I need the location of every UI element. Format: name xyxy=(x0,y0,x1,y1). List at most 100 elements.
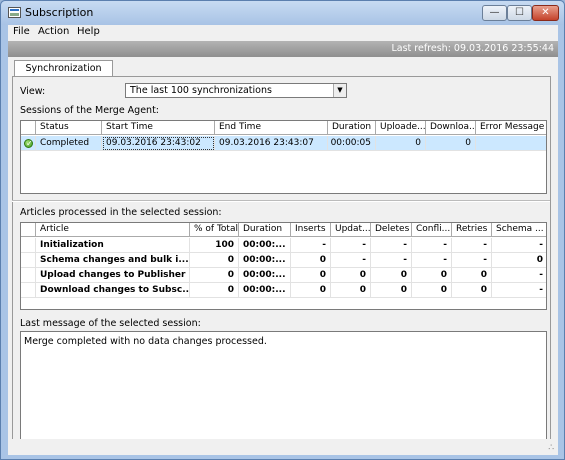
column-header-duration[interactable]: Duration xyxy=(328,121,376,135)
last-message-label: Last message of the selected session: xyxy=(20,318,201,329)
minimize-button[interactable]: — xyxy=(482,5,507,21)
row-header xyxy=(21,283,36,298)
cell-error-message xyxy=(476,136,546,151)
column-header-end-time[interactable]: End Time xyxy=(215,121,328,135)
cell-updates: 0 xyxy=(331,283,371,298)
close-button[interactable]: ✕ xyxy=(532,5,559,21)
articles-label: Articles processed in the selected sessi… xyxy=(20,207,222,218)
cell-retries: - xyxy=(452,238,492,253)
last-refresh-status: Last refresh: 09.03.2016 23:55:44 xyxy=(8,41,558,57)
cell-schema: - xyxy=(492,268,546,283)
cell-deletes: 0 xyxy=(371,268,412,283)
cell-uploaded: 0 xyxy=(376,136,426,151)
row-header-corner xyxy=(21,223,36,237)
column-header-deletes[interactable]: Deletes xyxy=(371,223,412,237)
check-circle-icon xyxy=(24,137,33,150)
resize-grip-icon[interactable]: ∴ xyxy=(548,443,554,453)
row-header xyxy=(21,238,36,253)
cell-schema: - xyxy=(492,238,546,253)
client-area: File Action Help Last refresh: 09.03.201… xyxy=(8,25,558,455)
menu-bar: File Action Help xyxy=(8,25,558,41)
column-header-conflicts[interactable]: Confli... xyxy=(412,223,452,237)
sessions-header: Status Start Time End Time Duration Uplo… xyxy=(21,121,546,135)
cell-updates: - xyxy=(331,238,371,253)
cell-deletes: - xyxy=(371,253,412,268)
cell-inserts: 0 xyxy=(291,283,331,298)
close-icon: ✕ xyxy=(541,7,550,18)
cell-duration: 00:00:... xyxy=(239,238,291,253)
cell-pct-total: 100 xyxy=(190,238,239,253)
cell-downloaded: 0 xyxy=(426,136,476,151)
app-icon xyxy=(8,7,21,18)
menu-file[interactable]: File xyxy=(13,26,30,37)
cell-pct-total: 0 xyxy=(190,268,239,283)
chevron-down-icon[interactable]: ▼ xyxy=(333,84,346,97)
last-message-box[interactable]: Merge completed with no data changes pro… xyxy=(20,331,547,444)
cell-inserts: 0 xyxy=(291,253,331,268)
articles-grid[interactable]: Article % of Total Duration Inserts Upda… xyxy=(20,222,547,310)
cell-duration: 00:00:... xyxy=(239,283,291,298)
column-header-article[interactable]: Article xyxy=(36,223,190,237)
cell-end-time: 09.03.2016 23:43:07 xyxy=(215,136,328,151)
maximize-icon: ☐ xyxy=(515,7,524,18)
table-row[interactable]: Initialization 100 00:00:... - - - - - - xyxy=(21,238,546,253)
cell-conflicts: 0 xyxy=(412,283,452,298)
cell-deletes: 0 xyxy=(371,283,412,298)
title-bar[interactable]: Subscription — ☐ ✕ xyxy=(1,1,564,25)
cell-retries: 0 xyxy=(452,283,492,298)
column-header-status[interactable]: Status xyxy=(36,121,102,135)
cell-updates: 0 xyxy=(331,268,371,283)
table-row[interactable]: Upload changes to Publisher 0 00:00:... … xyxy=(21,268,546,283)
row-header xyxy=(21,268,36,283)
cell-duration: 00:00:... xyxy=(239,253,291,268)
table-row[interactable]: Download changes to Subsc... 0 00:00:...… xyxy=(21,283,546,298)
table-row[interactable]: Schema changes and bulk i... 0 00:00:...… xyxy=(21,253,546,268)
cell-inserts: - xyxy=(291,238,331,253)
status-bar: ∴ xyxy=(8,439,558,455)
cell-conflicts: - xyxy=(412,253,452,268)
cell-pct-total: 0 xyxy=(190,283,239,298)
cell-article: Schema changes and bulk i... xyxy=(36,253,190,268)
maximize-button[interactable]: ☐ xyxy=(507,5,532,21)
column-header-retries[interactable]: Retries xyxy=(452,223,492,237)
splitter[interactable] xyxy=(12,200,550,202)
cell-duration: 00:00:05 xyxy=(328,136,376,151)
table-row[interactable]: Completed 09.03.2016 23:43:02 09.03.2016… xyxy=(21,136,546,151)
cell-pct-total: 0 xyxy=(190,253,239,268)
column-header-pct-total[interactable]: % of Total xyxy=(190,223,239,237)
cell-article: Download changes to Subsc... xyxy=(36,283,190,298)
cell-schema: - xyxy=(492,283,546,298)
column-header-uploaded[interactable]: Uploade... xyxy=(376,121,426,135)
column-header-error-message[interactable]: Error Message xyxy=(476,121,546,135)
row-header xyxy=(21,253,36,268)
column-header-updates[interactable]: Updat... xyxy=(331,223,371,237)
menu-help[interactable]: Help xyxy=(77,26,100,37)
status-cell-icon xyxy=(21,136,36,151)
subscription-window: Subscription — ☐ ✕ File Action Help Last… xyxy=(0,0,565,460)
cell-conflicts: - xyxy=(412,238,452,253)
menu-action[interactable]: Action xyxy=(38,26,69,37)
cell-deletes: - xyxy=(371,238,412,253)
cell-inserts: 0 xyxy=(291,268,331,283)
cell-start-time: 09.03.2016 23:43:02 xyxy=(102,136,215,151)
cell-retries: 0 xyxy=(452,268,492,283)
cell-conflicts: 0 xyxy=(412,268,452,283)
row-header-corner xyxy=(21,121,36,135)
view-label: View: xyxy=(20,86,46,97)
column-header-duration[interactable]: Duration xyxy=(239,223,291,237)
cell-schema: 0 xyxy=(492,253,546,268)
column-header-start-time[interactable]: Start Time xyxy=(102,121,215,135)
last-message-text: Merge completed with no data changes pro… xyxy=(24,336,267,347)
window-title: Subscription xyxy=(25,6,94,19)
cell-updates: - xyxy=(331,253,371,268)
cell-duration: 00:00:... xyxy=(239,268,291,283)
cell-article: Upload changes to Publisher xyxy=(36,268,190,283)
sessions-grid[interactable]: Status Start Time End Time Duration Uplo… xyxy=(20,120,547,194)
view-select[interactable]: The last 100 synchronizations ▼ xyxy=(125,83,347,98)
column-header-downloaded[interactable]: Downloa... xyxy=(426,121,476,135)
view-select-value: The last 100 synchronizations xyxy=(130,85,272,96)
column-header-inserts[interactable]: Inserts xyxy=(291,223,331,237)
minimize-icon: — xyxy=(489,7,500,18)
tab-synchronization-history[interactable]: Synchronization History xyxy=(14,60,113,89)
column-header-schema[interactable]: Schema ... xyxy=(492,223,546,237)
